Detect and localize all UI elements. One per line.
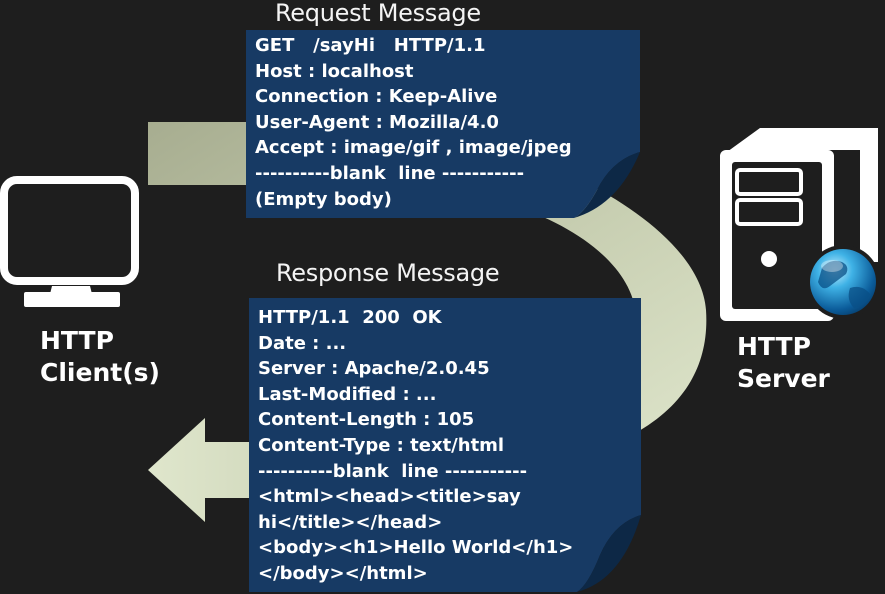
response-status-line: HTTP/1.1 200 OK [258,307,442,328]
request-header: Host : localhost [255,60,414,82]
response-card: HTTP/1.1 200 OK Date : ... Server : Apac… [258,305,573,587]
http-message-diagram: Request Message GET /sayHi HTTP/1.1 Host… [0,0,885,594]
response-body-line: </body></html> [258,562,428,584]
server-label-line1: HTTP [737,332,811,361]
response-body-line: <html><head><title>say [258,486,521,508]
client-label-line2: Client(s) [40,358,160,387]
globe-icon [806,245,880,319]
response-body-line: hi</title></head> [258,511,443,533]
response-header: Content-Type : text/html [258,434,505,456]
client-label-line1: HTTP [40,326,114,355]
request-header: Connection : Keep-Alive [255,86,498,108]
request-body: (Empty body) [255,188,392,210]
request-header: User-Agent : Mozilla/4.0 [255,111,499,133]
server-label: HTTP Server [737,331,830,395]
response-body-line: <body><h1>Hello World</h1> [258,537,574,559]
server-label-line2: Server [737,364,830,393]
monitor-icon [0,176,139,307]
client-label: HTTP Client(s) [40,325,160,389]
response-header: Server : Apache/2.0.45 [258,358,490,380]
request-message-title: Request Message [275,0,481,27]
response-message-title: Response Message [276,259,500,287]
request-line: GET /sayHi HTTP/1.1 [255,35,486,56]
request-card: GET /sayHi HTTP/1.1 Host : localhost Con… [255,33,572,212]
response-header: Last-Modified : ... [258,383,437,405]
response-header: Content-Length : 105 [258,409,475,431]
request-header: Accept : image/gif , image/jpeg [255,137,572,159]
response-blank-line: ----------blank line ----------- [258,460,528,482]
response-header: Date : ... [258,332,347,354]
request-blank-line: ----------blank line ----------- [255,162,525,184]
